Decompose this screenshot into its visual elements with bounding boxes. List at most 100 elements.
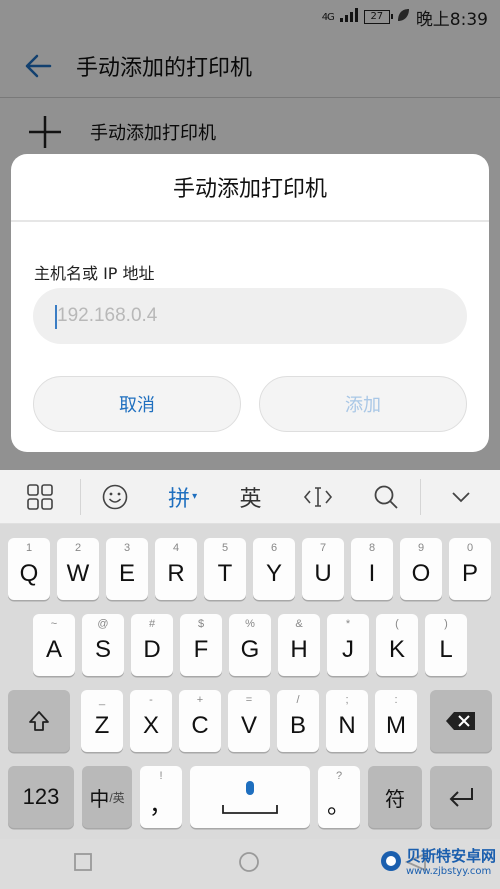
period-label: 。 [327, 791, 351, 819]
key-sub-label: / [296, 694, 300, 706]
key-k[interactable]: (K [376, 614, 418, 676]
add-button[interactable]: 添加 [259, 376, 467, 432]
zh-en-switch-key[interactable]: 中/英 [82, 766, 132, 828]
key-sub-label: $ [197, 618, 205, 630]
key-sub-label: 7 [319, 542, 327, 554]
symbols-key[interactable]: 符 [368, 766, 422, 828]
smiley-icon [102, 484, 128, 509]
key-sub-label: # [148, 618, 156, 630]
pinyin-mode-button[interactable]: 拼 ▾ [149, 470, 217, 524]
add-printer-dialog: 手动添加打印机 主机名或 IP 地址 取消 添加 [11, 154, 489, 452]
hide-keyboard-button[interactable] [421, 470, 500, 524]
key-e[interactable]: 3E [106, 538, 148, 600]
key-sub-label: % [245, 618, 255, 630]
key-sub-label: 1 [25, 542, 33, 554]
backspace-key[interactable] [430, 690, 492, 752]
keyboard-toolbar: 拼 ▾ 英 [0, 470, 500, 524]
key-b[interactable]: / B [277, 690, 319, 752]
key-sub-label: + [196, 694, 204, 706]
key-sub-label: 2 [74, 542, 82, 554]
key-label: I [368, 560, 376, 587]
space-key[interactable] [190, 766, 310, 828]
key-m[interactable]: :M [375, 690, 417, 752]
square-icon[interactable] [73, 852, 93, 877]
numbers-key[interactable]: 123 [8, 766, 74, 828]
cursor-move-icon [304, 486, 333, 507]
key-label: P [461, 560, 478, 587]
key-o[interactable]: 9O [400, 538, 442, 600]
watermark-url: www.zjbstyy.com [405, 866, 492, 877]
key-n[interactable]: ; N [326, 690, 368, 752]
key-i[interactable]: 8I [351, 538, 393, 600]
emoji-button[interactable] [81, 470, 149, 524]
soft-keyboard: 123 中/英 ! ， ? 。 符 1 Q 2 W 3 E 4 R 5 T 6 Y 7 U 8 I 9 O 0 P ~ A… [0, 524, 500, 839]
comma-key[interactable]: ! ， [140, 766, 182, 828]
key-q[interactable]: 1Q [8, 538, 50, 600]
key-c[interactable]: + C [179, 690, 221, 752]
text-cursor [55, 305, 57, 329]
english-mode-button[interactable]: 英 [217, 470, 285, 524]
key-label: R [167, 560, 185, 587]
key-sub-label: ; [345, 694, 349, 706]
dialog-title: 手动添加打印机 [11, 154, 489, 222]
zh-label: 中 [89, 788, 110, 811]
microphone-icon [222, 781, 278, 814]
return-icon [449, 788, 473, 807]
comma-label: ， [149, 791, 173, 819]
key-y[interactable]: 6Y [253, 538, 295, 600]
host-label: 主机名或 IP 地址 [34, 264, 155, 283]
key-g[interactable]: % G [229, 614, 271, 676]
key-f[interactable]: $ F [180, 614, 222, 676]
shift-key[interactable] [8, 690, 70, 752]
key-t[interactable]: 5T [204, 538, 246, 600]
cursor-move-button[interactable] [284, 470, 352, 524]
key-label: Z [94, 712, 110, 739]
key-label: H [290, 636, 308, 663]
enter-key[interactable] [430, 766, 492, 828]
key-v[interactable]: = V [228, 690, 270, 752]
period-sub-label: ? [335, 770, 343, 782]
key-label: A [45, 636, 62, 663]
key-label: F [193, 636, 209, 663]
key-label: G [240, 636, 260, 663]
key-label: U [314, 560, 332, 587]
cancel-button[interactable]: 取消 [33, 376, 241, 432]
key-sub-label: _ [98, 694, 106, 706]
key-j[interactable]: * J [327, 614, 369, 676]
key-label: S [94, 636, 111, 663]
shift-icon [29, 711, 49, 731]
search-button[interactable] [352, 470, 420, 524]
en-sub-label: /英 [109, 790, 125, 805]
key-label: O [411, 560, 431, 587]
key-l[interactable]: ) L [425, 614, 467, 676]
key-a[interactable]: ~ A [33, 614, 75, 676]
key-sub-label: * [345, 618, 351, 630]
key-x[interactable]: -X [130, 690, 172, 752]
watermark-logo-icon [380, 851, 401, 871]
key-sub-label: 9 [417, 542, 425, 554]
key-sub-label: ~ [50, 618, 58, 630]
grid-menu-button[interactable] [0, 470, 80, 524]
key-z[interactable]: _ Z [81, 690, 123, 752]
key-w[interactable]: 2W [57, 538, 99, 600]
mode-dropdown-icon: ▾ [192, 491, 198, 502]
key-label: Q [19, 560, 39, 587]
key-label: Y [265, 560, 282, 587]
watermark: 贝斯特安卓网 www.zjbstyy.com [380, 845, 496, 877]
chevron-down-icon [451, 491, 470, 502]
key-sub-label: 4 [172, 542, 180, 554]
circle-icon[interactable] [238, 851, 260, 878]
key-label: X [142, 712, 159, 739]
key-u[interactable]: 7U [302, 538, 344, 600]
key-p[interactable]: 0P [449, 538, 491, 600]
key-r[interactable]: 4R [155, 538, 197, 600]
key-sub-label: 5 [221, 542, 229, 554]
ip-address-input[interactable] [33, 288, 467, 344]
key-h[interactable]: & H [278, 614, 320, 676]
key-label: K [388, 636, 405, 663]
key-label: E [118, 560, 135, 587]
key-s[interactable]: @ S [82, 614, 124, 676]
key-sub-label: & [295, 618, 303, 630]
period-key[interactable]: ? 。 [318, 766, 360, 828]
key-d[interactable]: # D [131, 614, 173, 676]
